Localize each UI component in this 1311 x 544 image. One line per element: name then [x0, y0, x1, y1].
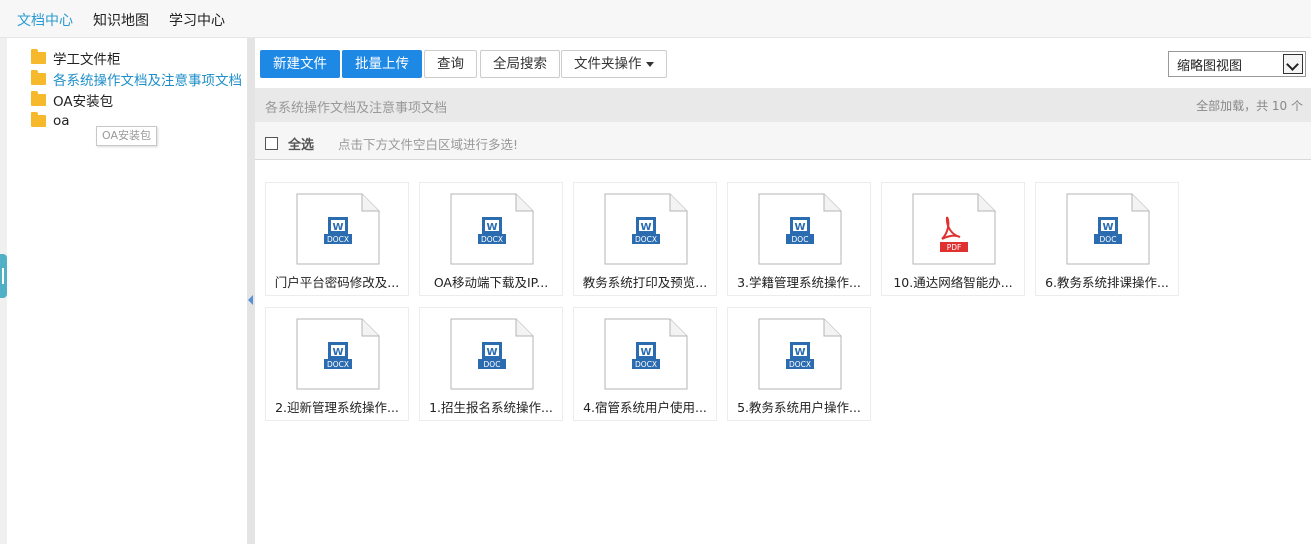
- file-card[interactable]: W DOCX OA移动端下载及IP...: [419, 182, 563, 296]
- path-bar: 各系统操作文档及注意事项文档 全部加载，共 10 个: [255, 88, 1311, 122]
- svg-text:W: W: [1102, 222, 1113, 233]
- tree-item-folder[interactable]: OA安装包: [31, 90, 113, 110]
- svg-text:DOCX: DOCX: [789, 360, 811, 369]
- nav-knowledge-map[interactable]: 知识地图: [93, 10, 149, 30]
- word-icon: W DOCX: [604, 193, 688, 265]
- file-name: 5.教务系统用户操作...: [737, 400, 861, 415]
- file-card[interactable]: W DOCX 教务系统打印及预览...: [573, 182, 717, 296]
- left-panel-toggle[interactable]: [0, 254, 7, 298]
- file-name: 教务系统打印及预览...: [582, 275, 708, 290]
- file-card[interactable]: W DOCX 2.迎新管理系统操作...: [265, 307, 409, 421]
- svg-text:W: W: [332, 347, 343, 358]
- tree-item-label: 学工文件柜: [53, 52, 121, 68]
- svg-text:DOC: DOC: [1100, 235, 1117, 244]
- svg-text:DOCX: DOCX: [327, 235, 349, 244]
- folder-tree: 学工文件柜 各系统操作文档及注意事项文档 OA安装包 oa OA安装包: [7, 38, 247, 544]
- multi-select-hint: 点击下方文件空白区域进行多选!: [338, 137, 519, 152]
- file-count: 全部加载，共 10 个: [1196, 99, 1303, 113]
- global-search-button[interactable]: 全局搜索: [480, 50, 560, 78]
- svg-text:DOC: DOC: [792, 235, 809, 244]
- folder-icon: [31, 49, 46, 64]
- file-name: 门户平台密码修改及...: [274, 275, 400, 290]
- file-name: 1.招生报名系统操作...: [429, 400, 553, 415]
- tree-item-folder-selected[interactable]: 各系统操作文档及注意事项文档: [31, 69, 242, 89]
- svg-text:W: W: [640, 347, 651, 358]
- file-card[interactable]: W DOCX 5.教务系统用户操作...: [727, 307, 871, 421]
- current-folder-path: 各系统操作文档及注意事项文档: [265, 101, 448, 116]
- file-name: OA移动端下载及IP...: [433, 275, 549, 290]
- tree-item-folder[interactable]: oa: [31, 111, 70, 131]
- word-icon: W DOC: [450, 318, 534, 390]
- word-icon: W DOCX: [296, 318, 380, 390]
- pdf-icon: PDF: [912, 193, 996, 265]
- file-name: 4.宿管系统用户使用...: [583, 400, 707, 415]
- view-mode-value: 缩略图视图: [1177, 58, 1243, 74]
- folder-icon: [31, 70, 46, 85]
- svg-text:W: W: [486, 347, 497, 358]
- tree-item-label: oa: [53, 113, 70, 129]
- word-icon: W DOC: [758, 193, 842, 265]
- query-button[interactable]: 查询: [424, 50, 477, 78]
- svg-text:DOCX: DOCX: [481, 235, 503, 244]
- nav-learning-center[interactable]: 学习中心: [169, 10, 225, 30]
- folder-icon: [31, 91, 46, 106]
- file-name: 2.迎新管理系统操作...: [275, 400, 399, 415]
- svg-text:DOC: DOC: [484, 360, 501, 369]
- caret-down-icon: [645, 61, 654, 67]
- word-icon: W DOCX: [604, 318, 688, 390]
- file-card[interactable]: PDF 10.通达网络智能办...: [881, 182, 1025, 296]
- tree-item-folder[interactable]: 学工文件柜: [31, 48, 121, 68]
- panel-splitter[interactable]: [247, 38, 255, 544]
- file-card[interactable]: W DOCX 门户平台密码修改及...: [265, 182, 409, 296]
- nav-doc-center[interactable]: 文档中心: [17, 10, 73, 30]
- folder-icon: [31, 112, 46, 127]
- file-card[interactable]: W DOC 3.学籍管理系统操作...: [727, 182, 871, 296]
- folder-operations-button[interactable]: 文件夹操作: [561, 50, 667, 78]
- top-navigation: 文档中心 知识地图 学习中心: [0, 0, 1311, 38]
- word-icon: W DOC: [1066, 193, 1150, 265]
- file-card[interactable]: W DOC 1.招生报名系统操作...: [419, 307, 563, 421]
- file-card[interactable]: W DOC 6.教务系统排课操作...: [1035, 182, 1179, 296]
- svg-text:W: W: [332, 222, 343, 233]
- tree-item-label: 各系统操作文档及注意事项文档: [53, 73, 242, 89]
- svg-text:DOCX: DOCX: [635, 360, 657, 369]
- word-icon: W DOCX: [296, 193, 380, 265]
- select-all-label[interactable]: 全选: [288, 134, 314, 153]
- svg-text:DOCX: DOCX: [327, 360, 349, 369]
- svg-text:DOCX: DOCX: [635, 235, 657, 244]
- svg-text:W: W: [794, 222, 805, 233]
- select-bar: 全选 点击下方文件空白区域进行多选!: [255, 122, 1311, 160]
- collapse-arrow-icon[interactable]: [248, 295, 253, 305]
- svg-text:W: W: [486, 222, 497, 233]
- folder-operations-label: 文件夹操作: [574, 56, 642, 72]
- view-mode-select[interactable]: 缩略图视图: [1168, 51, 1306, 77]
- file-card[interactable]: W DOCX 4.宿管系统用户使用...: [573, 307, 717, 421]
- select-all-checkbox[interactable]: [265, 137, 278, 150]
- tree-item-label: OA安装包: [53, 94, 114, 110]
- toolbar: 新建文件 批量上传 查询 全局搜索 文件夹操作 缩略图视图: [255, 38, 1311, 88]
- svg-text:W: W: [794, 347, 805, 358]
- new-file-button[interactable]: 新建文件: [260, 50, 340, 78]
- svg-text:PDF: PDF: [947, 243, 962, 252]
- svg-text:W: W: [640, 222, 651, 233]
- file-name: 10.通达网络智能办...: [893, 275, 1013, 290]
- file-name: 6.教务系统排课操作...: [1045, 275, 1169, 290]
- word-icon: W DOCX: [450, 193, 534, 265]
- batch-upload-button[interactable]: 批量上传: [342, 50, 422, 78]
- tooltip: OA安装包: [96, 126, 157, 146]
- main-panel: 新建文件 批量上传 查询 全局搜索 文件夹操作 缩略图视图 各系统操作文档及注意…: [255, 38, 1311, 544]
- word-icon: W DOCX: [758, 318, 842, 390]
- file-name: 3.学籍管理系统操作...: [737, 275, 861, 290]
- chevron-down-icon[interactable]: [1283, 54, 1303, 74]
